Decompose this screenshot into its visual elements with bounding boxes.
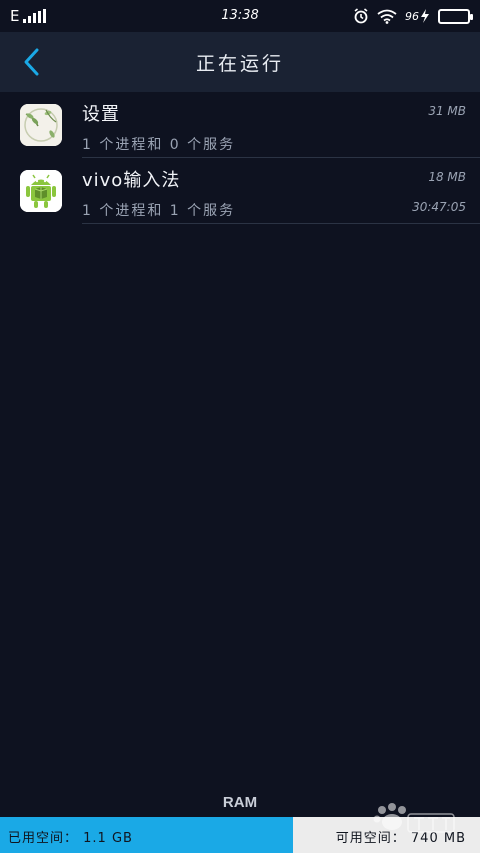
process-description: 1 个进程和 1 个服务 [82,203,236,219]
page-title: 正在运行 [195,52,284,75]
android-app-icon [20,170,62,212]
alarm-icon [354,8,368,24]
wifi-icon [377,9,397,24]
process-text: 设置 1 个进程和 0 个服务 [82,100,466,154]
status-bar: E 13:38 96 [0,0,480,32]
process-memory: 31 MB [428,104,466,118]
signal-icon [23,9,47,23]
process-text: vivo输入法 1 个进程和 1 个服务 [82,166,466,220]
status-right: 96 [353,8,473,24]
watermark-logo [373,803,455,833]
process-list: 设置 1 个进程和 0 个服务 31 MB vivo输入法 1 个进程和 1 个… [0,92,480,224]
network-type: E [10,7,20,25]
battery-percent: 96 [405,9,419,23]
chevron-left-icon [24,48,39,76]
process-item-settings[interactable]: 设置 1 个进程和 0 个服务 31 MB [0,92,480,158]
ram-used-text: 已用空间： 1.1 GB [8,831,133,846]
process-uptime: 30:47:05 [412,200,466,214]
process-name: 设置 [82,104,120,125]
running-apps-screen: E 13:38 96 正在运行 设置 1 个进程和 0 个服务 31 MB vi… [0,0,480,853]
list-divider [82,223,480,224]
settings-app-icon [20,104,62,146]
app-header: 正在运行 [0,32,480,92]
process-item-vivo-ime[interactable]: vivo输入法 1 个进程和 1 个服务 18 MB 30:47:05 [0,158,480,224]
process-name: vivo输入法 [82,170,181,191]
process-description: 1 个进程和 0 个服务 [82,137,236,153]
back-button[interactable] [14,44,50,80]
battery-icon [438,8,473,24]
charging-icon [421,9,429,23]
status-left: E [10,7,47,25]
process-memory: 18 MB [428,170,466,184]
